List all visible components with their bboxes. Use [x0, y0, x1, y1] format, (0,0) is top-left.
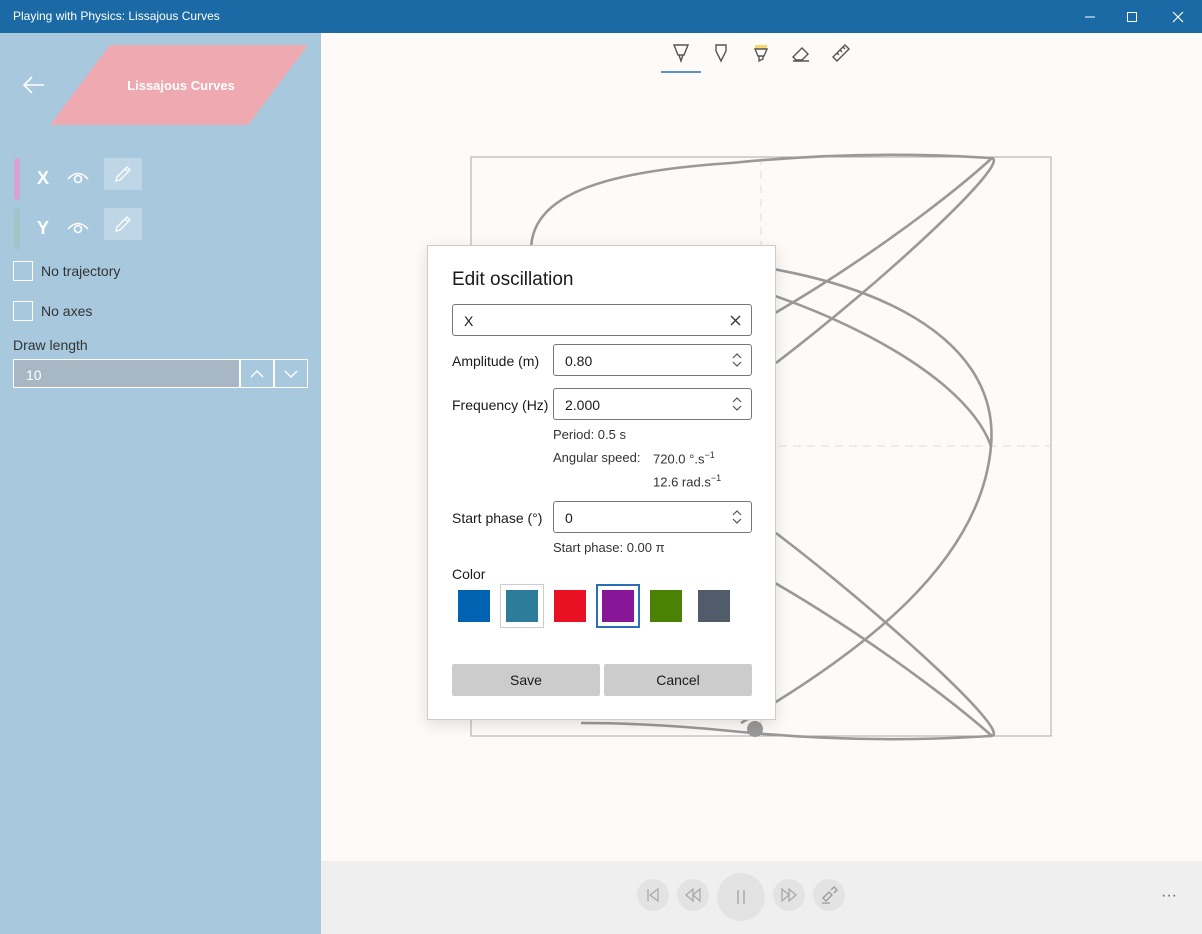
angular-speed-label: Angular speed:: [553, 450, 641, 465]
amplitude-input[interactable]: 0.80: [553, 344, 752, 376]
save-button[interactable]: Save: [452, 664, 600, 696]
no-trajectory-label: No trajectory: [41, 263, 121, 279]
eraser-icon[interactable]: [791, 43, 811, 63]
pencil-icon: [115, 166, 131, 182]
pencil-tool-icon[interactable]: [711, 43, 731, 63]
edit-oscillation-button[interactable]: [104, 158, 142, 190]
start-phase-label: Start phase (°): [452, 510, 543, 526]
angular-speed-rad-value: 12.6 rad.s: [653, 474, 711, 490]
chevron-down-icon: [284, 369, 298, 378]
oscillation-name-input[interactable]: X: [452, 304, 752, 336]
skip-back-icon: [647, 888, 659, 902]
close-window-button[interactable]: [1158, 0, 1198, 33]
draw-length-label: Draw length: [13, 337, 88, 353]
start-phase-text: Start phase: 0.00 π: [553, 540, 665, 555]
frequency-input[interactable]: 2.000: [553, 388, 752, 420]
color-swatch-green[interactable]: [644, 584, 688, 628]
swatch-fill: [698, 590, 730, 622]
oscillation-color-bar: [14, 208, 20, 250]
draw-length-value: 10: [26, 367, 42, 383]
window-title: Playing with Physics: Lissajous Curves: [13, 9, 220, 23]
minimize-button[interactable]: [1070, 0, 1110, 33]
spin-icon[interactable]: [731, 397, 743, 411]
close-icon: [1172, 11, 1184, 22]
no-axes-label: No axes: [41, 303, 93, 319]
color-swatch-purple[interactable]: [596, 584, 640, 628]
oscillation-label: X: [37, 168, 50, 188]
color-swatch-blue[interactable]: [452, 584, 496, 628]
maximize-icon: [1127, 11, 1137, 22]
angular-speed-deg-value: 720.0 °.s: [653, 451, 705, 467]
edit-oscillation-dialog: Edit oscillation X Amplitude (m) 0.80 Fr…: [427, 245, 776, 720]
frequency-label: Frequency (Hz): [452, 397, 549, 413]
skip-back-button[interactable]: [637, 879, 669, 911]
close-icon[interactable]: [730, 315, 741, 326]
more-options-button[interactable]: ···: [1161, 887, 1177, 905]
amplitude-label: Amplitude (m): [452, 353, 540, 369]
spin-icon[interactable]: [731, 510, 743, 524]
rewind-button[interactable]: [677, 879, 709, 911]
oscillation-name-value: X: [464, 313, 474, 329]
unit-exponent: −1: [710, 473, 722, 483]
cancel-button[interactable]: Cancel: [604, 664, 752, 696]
angular-speed-deg: 720.0 °.s−1: [653, 450, 715, 466]
oscillation-label: Y: [37, 218, 50, 238]
swatch-fill: [650, 590, 682, 622]
touch-writing-icon: [822, 886, 838, 904]
ruler-icon[interactable]: [831, 43, 851, 63]
oscillation-x: X: [12, 157, 152, 200]
maximize-button[interactable]: [1112, 0, 1152, 33]
eye-icon[interactable]: [66, 218, 90, 236]
rewind-icon: [685, 888, 701, 902]
edit-oscillation-button[interactable]: [104, 208, 142, 240]
spin-icon[interactable]: [731, 353, 743, 367]
checkbox-box[interactable]: [13, 301, 33, 321]
oscillation-color-bar: [14, 158, 20, 200]
banner-title: Lissajous Curves: [127, 78, 235, 93]
title-bar: Playing with Physics: Lissajous Curves: [0, 0, 1202, 33]
angular-speed-rad: 12.6 rad.s−1: [653, 473, 721, 489]
swatch-fill: [602, 590, 634, 622]
color-swatch-teal[interactable]: [500, 584, 544, 628]
dialog-title: Edit oscillation: [452, 269, 574, 290]
unit-exponent: −1: [704, 450, 715, 460]
period-text: Period: 0.5 s: [553, 427, 626, 442]
playback-bar: ···: [321, 861, 1202, 934]
swatch-fill: [458, 590, 490, 622]
draw-length-decrease-button[interactable]: [274, 359, 308, 388]
amplitude-value: 0.80: [565, 353, 593, 369]
draw-length-increase-button[interactable]: [240, 359, 274, 388]
start-phase-value: 0: [565, 510, 573, 526]
active-tool-indicator: [661, 71, 701, 73]
touch-writing-button[interactable]: [813, 879, 845, 911]
pencil-icon: [115, 216, 131, 232]
pause-button[interactable]: [717, 873, 765, 921]
fast-forward-icon: [781, 888, 797, 902]
swatch-fill: [506, 590, 538, 622]
eye-icon[interactable]: [66, 168, 90, 186]
highlighter-icon[interactable]: [751, 43, 771, 63]
color-label: Color: [452, 566, 486, 582]
chevron-up-icon: [250, 369, 264, 378]
color-swatch-slate[interactable]: [692, 584, 736, 628]
frequency-value: 2.000: [565, 397, 601, 413]
fast-forward-button[interactable]: [773, 879, 805, 911]
back-arrow-icon[interactable]: [22, 75, 46, 95]
color-swatch-red[interactable]: [548, 584, 592, 628]
minimize-icon: [1085, 16, 1095, 17]
pause-icon: [737, 890, 745, 904]
ballpoint-pen-icon[interactable]: [671, 43, 691, 63]
oscillation-y: Y: [12, 207, 152, 250]
trajectory-point: [747, 721, 763, 737]
sidebar: Lissajous Curves X Y No trajectory No ax…: [0, 33, 321, 934]
checkbox-box[interactable]: [13, 261, 33, 281]
draw-length-input[interactable]: 10: [13, 359, 240, 388]
swatch-fill: [554, 590, 586, 622]
start-phase-input[interactable]: 0: [553, 501, 752, 533]
